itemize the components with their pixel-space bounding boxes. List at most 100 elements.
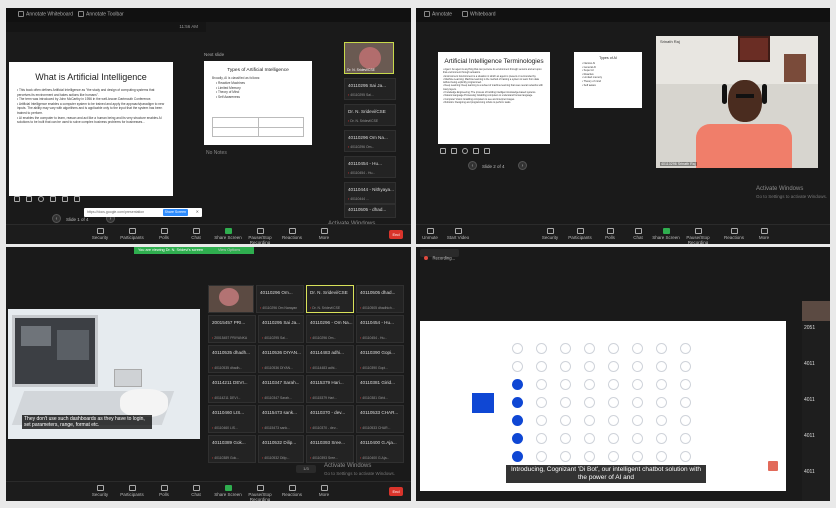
q1-participant-tile[interactable]: 40110295 Sai Ja... 40110295 Sai... [344, 78, 396, 100]
q1-self-video-label: Dr. N. Sridevi/CSE [347, 68, 375, 72]
poll-icon [606, 228, 614, 234]
q3-participant-tile[interactable]: 40110296 - Om Na... 40110296 Om... [306, 315, 354, 343]
network-node [608, 343, 619, 354]
q1-reactions-button[interactable]: Reactions [278, 228, 306, 240]
q2-more-button[interactable]: More [750, 228, 778, 240]
q3-participant-tile[interactable]: 40115379 Hari... 40115379 Hari... [306, 375, 354, 403]
q2-pen-tool-icon[interactable] [440, 148, 446, 154]
q1-end-meeting-button[interactable]: End [389, 230, 403, 239]
q1-participant-tile[interactable]: Dr. N. Sridevi/CSE Dr. N. Sridevi/CSE [344, 104, 396, 126]
q1-participant-sub: Dr. N. Sridevi/CSE [348, 119, 378, 123]
q2-participant-video[interactable]: Srinath Raj 40110296 Srinath Raj [656, 36, 818, 168]
q1-zoom-tool-icon[interactable] [38, 196, 44, 202]
q3-participant-tile[interactable]: 40110296 Om... 40110296 Om Narayan [256, 285, 304, 313]
q3-participant-tile[interactable]: 40110532 Dilip... 40110532 Dilip... [258, 435, 304, 463]
q1-participant-tile[interactable]: 40110296 Om Na... 40110296 Om... [344, 130, 396, 152]
q1-share-screen-button[interactable]: Share Screen [162, 209, 188, 216]
q3-share-screen-button[interactable]: Share Screen [214, 485, 242, 497]
q2-top-tab-1[interactable]: Annotate [424, 11, 452, 17]
q1-self-video[interactable]: Dr. N. Sridevi/CSE [344, 42, 394, 74]
q3-participant-tile[interactable]: 40110536 DIYAN... 40110536 DIYAN... [258, 345, 304, 373]
q3-recording-button[interactable]: Pause/Stop Recording [246, 485, 274, 501]
q3-participant-tile[interactable]: 40114483 adhi... 40114483 adhi... [306, 345, 354, 373]
q3-participant-tile[interactable]: 40110347 Sarah... 40110347 Sarah... [258, 375, 304, 403]
q1-participant-tile[interactable]: 40110454 - Hu... 40110454 - Hu... [344, 156, 396, 178]
q3-polls-button[interactable]: Polls [150, 485, 178, 497]
q3-chat-button[interactable]: Chat [182, 485, 210, 497]
q3-participant-tile[interactable]: 40110390 Gopi... 40110390 Gopi... [356, 345, 404, 373]
q2-prev-slide-button[interactable]: ‹ [468, 161, 477, 170]
network-node [560, 361, 571, 372]
q1-share-url-box[interactable]: https://docs.google.com/presentation Sha… [84, 208, 202, 217]
q1-top-tab-2[interactable]: Annotate Toolbar [78, 11, 124, 17]
q1-recording-button[interactable]: Pause/Stop Recording [246, 228, 274, 244]
q1-pen-tool-icon[interactable] [14, 196, 20, 202]
q2-recording-button[interactable]: Pause/Stop Recording [684, 228, 712, 244]
q3-participant-tile[interactable]: 40115473 sank... 40115473 sank... [258, 405, 304, 433]
q2-bullet-3: Machine Learning: Machine learning is th… [443, 78, 546, 85]
q1-grid-tool-icon[interactable] [50, 196, 56, 202]
q1-laser-tool-icon[interactable] [26, 196, 32, 202]
q3-active-speaker-tile[interactable]: Dr. N. Sridevi/CSE Dr. N. Sridevi/CSE [306, 285, 354, 313]
q2-polls-button[interactable]: Polls [596, 228, 624, 240]
q1-prev-slide-button[interactable]: ‹ [52, 214, 61, 223]
q3-participant-tile[interactable]: 40110295 Sai Ja... 40110295 Sai... [258, 315, 304, 343]
q3-participant-video-tile[interactable] [208, 285, 254, 313]
q3-participant-tile[interactable]: 40110389 Gok... 40110389 Gok... [208, 435, 256, 463]
q2-chat-button[interactable]: Chat [624, 228, 652, 240]
network-node [680, 433, 691, 444]
q3-participants-button[interactable]: Participants [118, 485, 146, 497]
q3-participant-tile[interactable]: 20015457 PRI... 20015457 PRIYANKA [208, 315, 256, 343]
q1-security-button[interactable]: Security [86, 228, 114, 240]
q2-unmute-button[interactable]: Unmute [416, 228, 444, 240]
q3-participant-tile[interactable]: 40110400 G.Aja... 40110400 G.Aja... [356, 435, 404, 463]
q1-more-tool-icon[interactable] [74, 196, 80, 202]
q2-subtitle-tool-icon[interactable] [484, 148, 490, 154]
q3-participant-tile[interactable]: 40110393 Sree... 40110393 Sree... [306, 435, 354, 463]
network-node [680, 379, 691, 390]
q1-participant-tile[interactable]: 40110444 - Nithyaya... 40110444 ... [344, 182, 396, 204]
q3-participant-tile[interactable]: 40110370 - dev... 40110370 - dev... [306, 405, 354, 433]
q2-participants-button[interactable]: Participants [566, 228, 594, 240]
q3-participant-tile[interactable]: 40110505 dhad... 40110505 dhadhich... [356, 285, 404, 313]
q1-next-slide-label: Next slide [204, 52, 225, 57]
q3-view-options[interactable]: View Options [218, 248, 240, 252]
q2-laser-tool-icon[interactable] [451, 148, 457, 154]
q1-close-icon[interactable]: ✕ [196, 209, 199, 214]
q1-share-screen-toolbar-button[interactable]: Share Screen [214, 228, 242, 240]
q2-top-tab-2[interactable]: Whiteboard [462, 11, 496, 17]
q3-participant-tile[interactable]: 40110535 dhadh... 40110535 dhadh... [208, 345, 256, 373]
q3-page-indicator[interactable]: 1/3 [296, 465, 316, 473]
q2-reactions-button[interactable]: Reactions [720, 228, 748, 240]
q1-polls-button[interactable]: Polls [150, 228, 178, 240]
q3-end-meeting-button[interactable]: End [389, 487, 403, 496]
q2-whiteboard-icon [462, 11, 468, 17]
q1-more-button[interactable]: More [310, 228, 338, 240]
q3-reactions-button[interactable]: Reactions [278, 485, 306, 497]
q3-more-button[interactable]: More [310, 485, 338, 497]
q2-security-button[interactable]: Security [536, 228, 564, 240]
q2-zoom-tool-icon[interactable] [462, 148, 468, 154]
q2-grid-tool-icon[interactable] [473, 148, 479, 154]
q3-participant-tile[interactable]: 40110381 Girid... 40110381 Girid... [356, 375, 404, 403]
q3-security-button[interactable]: Security [86, 485, 114, 497]
q2-next-slide-thumbnail[interactable]: Types of AI Narrow AI General AI Super A… [574, 52, 642, 108]
q4-participant-video[interactable] [802, 301, 830, 321]
q1-top-tab-1[interactable]: Annotate Whiteboard [18, 11, 73, 17]
q2-start-video-button[interactable]: Start Video [444, 228, 472, 240]
q4-recording-indicator[interactable]: Recording... [420, 249, 460, 260]
q1-next-slide-thumbnail[interactable]: Types of Artificial Intelligence Broadly… [204, 61, 312, 145]
q2-share-screen-button[interactable]: Share Screen [652, 228, 680, 240]
q1-participants-button[interactable]: Participants [118, 228, 146, 240]
q1-subtitle-tool-icon[interactable] [62, 196, 68, 202]
q1-table-col-divider [258, 118, 259, 136]
q3-participant-tile[interactable]: 40110460 LIS... 40110460 LIS... [208, 405, 256, 433]
q3-participant-tile[interactable]: 40110533 CHAR... 40110533 CHAR... [356, 405, 404, 433]
q3-participant-tile[interactable]: 40110454 - Hu... 40110454 - Hu... [356, 315, 404, 343]
q2-next-slide-button[interactable]: › [518, 161, 527, 170]
q3-participant-tile[interactable]: 40114211 DEVI... 40114211 DEVI... [208, 375, 256, 403]
q1-participant-tile[interactable]: 40110505 - dhad... [344, 204, 396, 218]
q3-hand [120, 389, 168, 417]
q1-chat-button[interactable]: Chat [182, 228, 210, 240]
q2-annotate-icon [424, 11, 430, 17]
